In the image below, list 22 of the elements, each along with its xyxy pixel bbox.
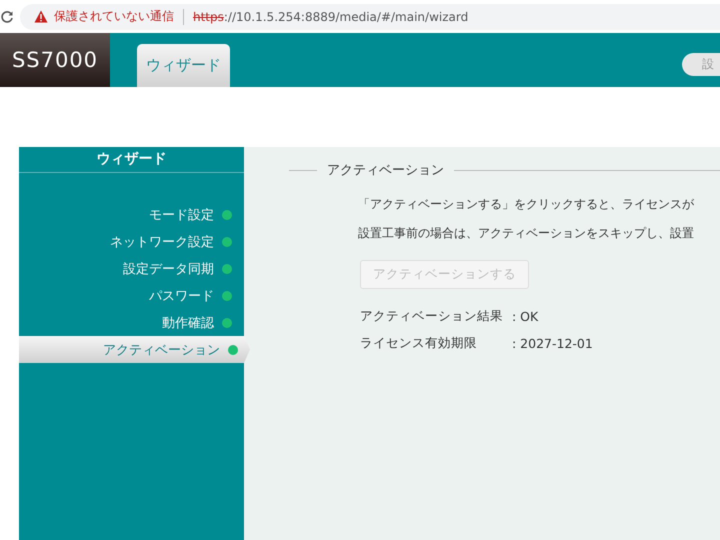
sidebar-item[interactable]: パスワード: [19, 282, 244, 309]
security-warning: 保護されていない通信: [54, 8, 174, 25]
reload-icon[interactable]: [0, 10, 14, 24]
address-bar[interactable]: 保護されていない通信 https://10.1.5.254:8889/media/#/main/wizard: [20, 4, 720, 30]
sidebar-item[interactable]: 動作確認: [19, 309, 244, 336]
result-label: アクティベーション結果: [360, 308, 504, 325]
url-text: ://10.1.5.254:8889/media/#/main/wizard: [224, 10, 468, 24]
result-label: ライセンス有効期限: [360, 335, 478, 352]
result-value: : 2027-12-01: [512, 336, 593, 351]
settings-button[interactable]: 設: [682, 52, 720, 76]
wizard-tab[interactable]: ウィザード: [137, 44, 230, 87]
section-title: アクティベーション: [327, 162, 444, 179]
sidebar-item[interactable]: アクティベーション: [19, 336, 250, 363]
warning-icon: [34, 10, 48, 23]
description-text: 「アクティベーションする」をクリックすると、ライセンスが: [358, 197, 695, 213]
description-text: 設置工事前の場合は、アクティベーションをスキップし、設置: [358, 226, 695, 242]
result-value: : OK: [512, 309, 538, 324]
url-scheme: https: [193, 10, 224, 24]
sidebar-item[interactable]: ネットワーク設定: [19, 228, 244, 255]
sidebar-item[interactable]: 設定データ同期: [19, 255, 244, 282]
logo: SS7000: [0, 33, 110, 87]
sidebar-item[interactable]: モード設定: [19, 201, 244, 228]
